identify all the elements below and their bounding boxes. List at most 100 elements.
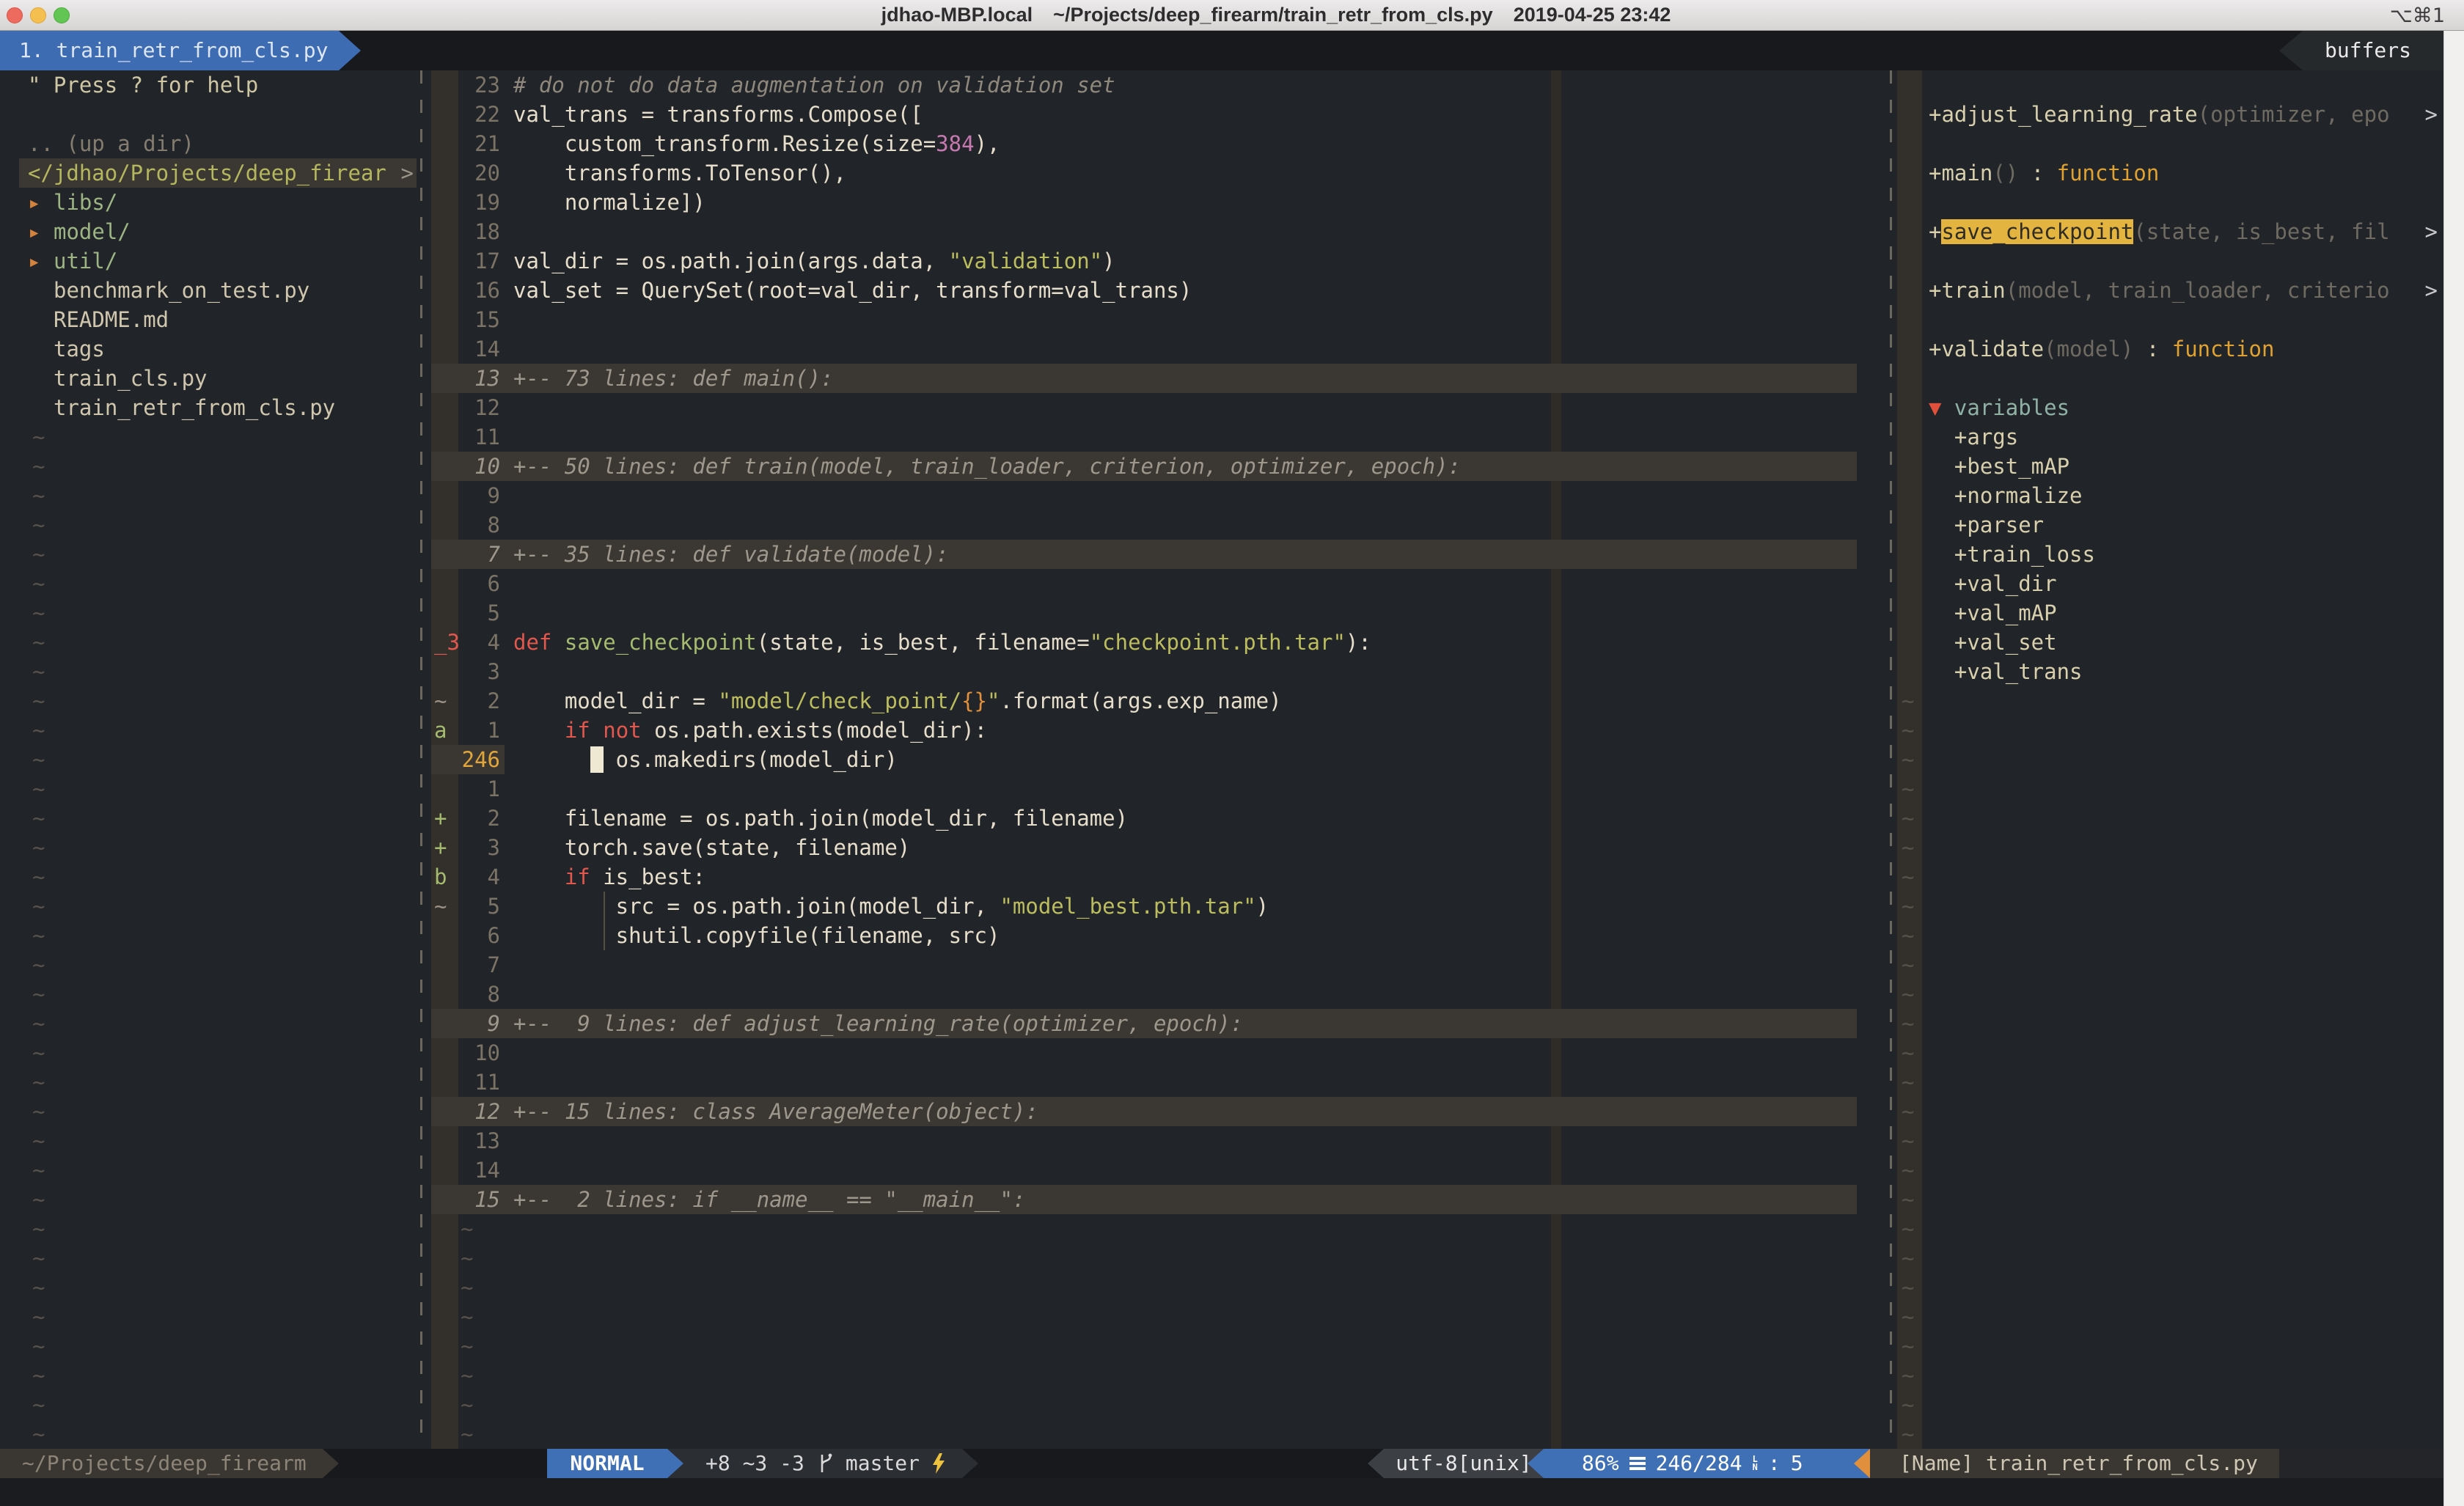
tree-row-file[interactable]: README.md: [0, 305, 417, 334]
code-line[interactable]: 6 shutil.copyfile(filename, src): [431, 921, 1887, 950]
code-line[interactable]: 11: [431, 422, 1887, 452]
code-line[interactable]: 20 transforms.ToTensor(),: [431, 158, 1887, 188]
tagbar-panel: +adjust_learning_rate(optimizer, epo> +ma…: [1897, 70, 2443, 1449]
code-line[interactable]: 5~ src = os.path.join(model_dir, "model_…: [431, 892, 1887, 921]
tag-tilde: ~: [1897, 774, 2443, 804]
tree-row-tilde: ~: [0, 1244, 417, 1273]
code-line[interactable]: 12: [431, 393, 1887, 422]
code-line[interactable]: 3+ torch.save(state, filename): [431, 833, 1887, 862]
fold-line[interactable]: 10+-- 50 lines: def train(model, train_l…: [431, 452, 1887, 481]
code-editor[interactable]: 23# do not do data augmentation on valid…: [431, 70, 1887, 1449]
code-line[interactable]: 2+ filename = os.path.join(model_dir, fi…: [431, 804, 1887, 833]
code-line[interactable]: 3: [431, 657, 1887, 686]
tree-row-tilde: ~: [0, 1273, 417, 1302]
code-line[interactable]: 18: [431, 217, 1887, 246]
git-branch-name: master: [846, 1449, 920, 1478]
code-line[interactable]: 7: [431, 950, 1887, 980]
zoom-button[interactable]: [54, 7, 70, 23]
fold-line[interactable]: 13+-- 73 lines: def main():: [431, 364, 1887, 393]
tab-train-retr-from-cls[interactable]: 1. train_retr_from_cls.py: [0, 31, 339, 70]
code-line[interactable]: 14: [431, 334, 1887, 364]
tag-item[interactable]: +val_set: [1897, 628, 2443, 657]
tag-item[interactable]: +adjust_learning_rate(optimizer, epo>: [1897, 100, 2443, 129]
fold-text[interactable]: 7+-- 35 lines: def validate(model):: [431, 540, 1857, 569]
fold-line[interactable]: 9+-- 9 lines: def adjust_learning_rate(o…: [431, 1009, 1887, 1038]
tree-row-tilde: ~: [0, 862, 417, 892]
window-separator[interactable]: [1890, 70, 1892, 1449]
code-line[interactable]: 4b if is_best:: [431, 862, 1887, 892]
buffers-label[interactable]: buffers: [2303, 31, 2443, 70]
scrollbar[interactable]: [2443, 31, 2464, 1506]
code-line[interactable]: 17val_dir = os.path.join(args.data, "val…: [431, 246, 1887, 276]
tree-row-root[interactable]: </jdhao/Projects/deep_firear>: [0, 158, 417, 188]
fold-text[interactable]: 12+-- 15 lines: class AverageMeter(objec…: [431, 1097, 1857, 1126]
tag-item[interactable]: +val_mAP: [1897, 598, 2443, 628]
code-line[interactable]: 2~ model_dir = "model/check_point/{}".fo…: [431, 686, 1887, 716]
tag-item[interactable]: +validate(model) : function: [1897, 334, 2443, 364]
gutter-sign: ~: [434, 686, 447, 716]
tag-item[interactable]: +args: [1897, 422, 2443, 452]
tag-kind-header[interactable]: ▼ variables: [1897, 393, 2443, 422]
fold-text[interactable]: 13+-- 73 lines: def main():: [431, 364, 1857, 393]
code-line[interactable]: 1a if not os.path.exists(model_dir):: [431, 716, 1887, 745]
code-line[interactable]: 23# do not do data augmentation on valid…: [431, 70, 1887, 100]
code-line[interactable]: 9: [431, 481, 1887, 510]
tag-item[interactable]: +parser: [1897, 510, 2443, 540]
fold-line[interactable]: 15+-- 2 lines: if __name__ == "__main__"…: [431, 1185, 1887, 1214]
tag-blank: [1897, 129, 2443, 158]
code-line[interactable]: 5: [431, 598, 1887, 628]
fold-text[interactable]: 10+-- 50 lines: def train(model, train_l…: [431, 452, 1857, 481]
hostname: jdhao-MBP.local: [881, 4, 1033, 26]
tag-item[interactable]: +normalize: [1897, 481, 2443, 510]
tag-blank: [1897, 188, 2443, 217]
tag-item[interactable]: +save_checkpoint(state, is_best, fil>: [1897, 217, 2443, 246]
code-line[interactable]: 10: [431, 1038, 1887, 1068]
code-line[interactable]: 22val_trans = transforms.Compose([: [431, 100, 1887, 129]
tree-row-help[interactable]: " Press ? for help: [0, 70, 417, 100]
tree-row-dir[interactable]: ▸libs/: [0, 188, 417, 217]
code-line[interactable]: 4_3def save_checkpoint(state, is_best, f…: [431, 628, 1887, 657]
tree-row-file[interactable]: train_retr_from_cls.py: [0, 393, 417, 422]
tag-item[interactable]: +train_loss: [1897, 540, 2443, 569]
code-line[interactable]: 8: [431, 510, 1887, 540]
file-path: ~/Projects/deep_firearm/train_retr_from_…: [1053, 4, 1493, 26]
tag-item[interactable]: +val_trans: [1897, 657, 2443, 686]
window-separator[interactable]: [420, 70, 422, 1449]
code-line[interactable]: 15: [431, 305, 1887, 334]
code-line[interactable]: 6: [431, 569, 1887, 598]
code-line[interactable]: 8: [431, 980, 1887, 1009]
tree-row-file[interactable]: train_cls.py: [0, 364, 417, 393]
tree-row-tilde: ~: [0, 1009, 417, 1038]
tree-row-tilde: ~: [0, 1068, 417, 1097]
tree-row-dir[interactable]: ▸model/: [0, 217, 417, 246]
fold-line[interactable]: 7+-- 35 lines: def validate(model):: [431, 540, 1887, 569]
tag-item[interactable]: +best_mAP: [1897, 452, 2443, 481]
code-line[interactable]: 11: [431, 1068, 1887, 1097]
tree-row-tilde: ~: [0, 1419, 417, 1449]
tree-row-dir[interactable]: ▸util/: [0, 246, 417, 276]
fold-text[interactable]: 9+-- 9 lines: def adjust_learning_rate(o…: [431, 1009, 1857, 1038]
code-line[interactable]: 246 os.makedirs(model_dir): [431, 745, 1887, 774]
tree-row-file[interactable]: benchmark_on_test.py: [0, 276, 417, 305]
close-button[interactable]: [7, 7, 23, 23]
tag-item[interactable]: +main() : function: [1897, 158, 2443, 188]
tag-item[interactable]: +val_dir: [1897, 569, 2443, 598]
command-line[interactable]: [0, 1478, 2443, 1506]
empty-line: ~: [431, 1361, 1887, 1390]
line-number-icon: LN: [1753, 1455, 1758, 1472]
code-line[interactable]: 19 normalize]): [431, 188, 1887, 217]
code-line[interactable]: 13: [431, 1126, 1887, 1156]
code-line[interactable]: 21 custom_transform.Resize(size=384),: [431, 129, 1887, 158]
tag-tilde: ~: [1897, 980, 2443, 1009]
fold-text[interactable]: 15+-- 2 lines: if __name__ == "__main__"…: [431, 1185, 1857, 1214]
code-line[interactable]: 16val_set = QuerySet(root=val_dir, trans…: [431, 276, 1887, 305]
tree-row-updir[interactable]: .. (up a dir): [0, 129, 417, 158]
tag-item[interactable]: +train(model, train_loader, criterio>: [1897, 276, 2443, 305]
tree-row-file[interactable]: tags: [0, 334, 417, 364]
code-line[interactable]: 14: [431, 1156, 1887, 1185]
fold-line[interactable]: 12+-- 15 lines: class AverageMeter(objec…: [431, 1097, 1887, 1126]
code-line[interactable]: 1: [431, 774, 1887, 804]
tree-row-tilde: ~: [0, 1390, 417, 1419]
minimize-button[interactable]: [30, 7, 46, 23]
tree-row-tilde: ~: [0, 1331, 417, 1361]
